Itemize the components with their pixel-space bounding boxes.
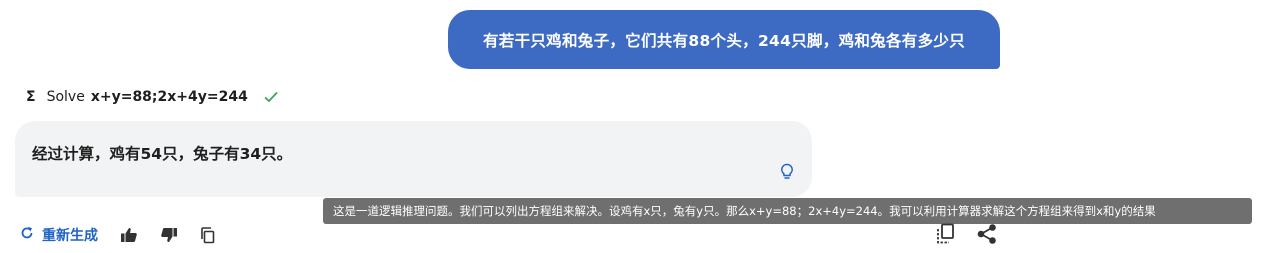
user-message-text: 有若干只鸡和兔子，它们共有88个头，244只脚，鸡和兔各有多少只 [482,31,966,50]
copy-icon[interactable] [200,226,216,244]
thumbs-up-icon[interactable] [120,227,138,243]
message-action-bar: 重新生成 [20,224,216,246]
user-message-bubble: 有若干只鸡和兔子，它们共有88个头，244只脚，鸡和兔各有多少只 [448,10,1000,69]
tool-call-label: Solve [46,89,85,105]
check-icon [264,88,278,107]
sigma-icon: Σ [26,89,36,105]
reasoning-tooltip: 这是一道逻辑推理问题。我们可以列出方程组来解决。设鸡有x只，兔有y只。那么x+y… [323,198,1252,224]
tool-call-line[interactable]: Σ Solve x+y=88;2x+4y=244 [26,86,278,108]
refresh-icon [20,226,42,244]
copy-all-icon[interactable] [935,223,955,249]
tool-call-expression: x+y=88;2x+4y=244 [90,89,248,105]
lightbulb-icon[interactable] [779,163,795,181]
regenerate-button[interactable]: 重新生成 [20,225,98,245]
thumbs-down-icon[interactable] [160,227,178,243]
assistant-answer-card: 经过计算，鸡有54只，兔子有34只。 [15,121,812,197]
reasoning-tooltip-text: 这是一道逻辑推理问题。我们可以列出方程组来解决。设鸡有x只，兔有y只。那么x+y… [333,204,1156,218]
regenerate-label: 重新生成 [42,228,98,244]
assistant-answer-text: 经过计算，鸡有54只，兔子有34只。 [32,145,293,163]
share-icon[interactable] [976,223,998,249]
